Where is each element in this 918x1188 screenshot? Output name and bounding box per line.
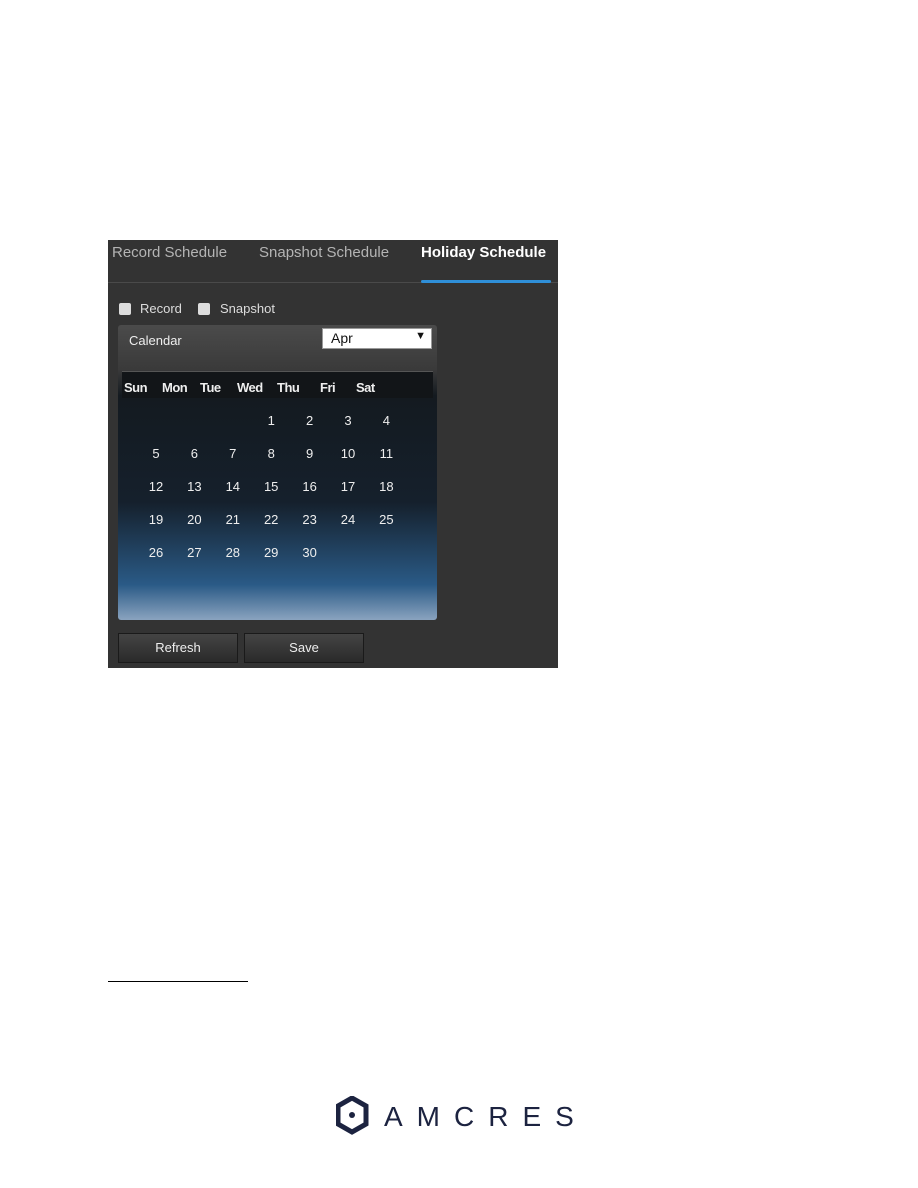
calendar-day[interactable]: 1 (256, 413, 286, 428)
refresh-button[interactable]: Refresh (118, 633, 238, 663)
tab-record-schedule[interactable]: Record Schedule (112, 244, 227, 261)
calendar-day[interactable]: 29 (256, 545, 286, 560)
calendar-day[interactable]: 22 (256, 512, 286, 527)
day-name: Sat (356, 380, 375, 395)
calendar-day[interactable]: 21 (218, 512, 248, 527)
day-name: Sun (124, 380, 148, 395)
calendar-day[interactable]: 28 (218, 545, 248, 560)
calendar-day[interactable]: 25 (371, 512, 401, 527)
month-value: Apr (331, 330, 353, 346)
calendar-day[interactable]: 7 (218, 446, 248, 461)
calendar-day[interactable]: 23 (295, 512, 325, 527)
footnote-divider (108, 981, 248, 982)
calendar-day[interactable]: 11 (371, 446, 401, 461)
calendar-day[interactable]: 20 (179, 512, 209, 527)
record-checkbox-label: Record (140, 301, 182, 316)
holiday-schedule-screenshot: Record Schedule Snapshot Schedule Holida… (108, 240, 558, 668)
tab-holiday-schedule[interactable]: Holiday Schedule (421, 244, 546, 261)
day-name: Mon (162, 380, 188, 395)
svg-text:AMCREST: AMCREST (384, 1101, 581, 1132)
active-tab-indicator (421, 280, 551, 283)
calendar-day[interactable]: 13 (179, 479, 209, 494)
calendar-day[interactable]: 24 (333, 512, 363, 527)
tab-snapshot-schedule[interactable]: Snapshot Schedule (259, 244, 389, 261)
calendar-day[interactable]: 15 (256, 479, 286, 494)
record-checkbox[interactable] (119, 303, 131, 315)
snapshot-checkbox-label: Snapshot (220, 301, 275, 316)
dropdown-arrow-icon: ▼ (415, 330, 426, 342)
calendar-day[interactable]: 4 (371, 413, 401, 428)
calendar-title: Calendar (129, 333, 182, 348)
calendar-day[interactable]: 2 (295, 413, 325, 428)
calendar-day[interactable]: 10 (333, 446, 363, 461)
save-button[interactable]: Save (244, 633, 364, 663)
calendar-day[interactable]: 8 (256, 446, 286, 461)
calendar-day[interactable]: 5 (141, 446, 171, 461)
calendar-day[interactable]: 30 (295, 545, 325, 560)
amcrest-logo: AMCREST (335, 1095, 605, 1141)
snapshot-checkbox[interactable] (198, 303, 210, 315)
day-name: Tue (200, 380, 221, 395)
day-name: Thu (277, 380, 300, 395)
calendar-day[interactable]: 27 (179, 545, 209, 560)
calendar-panel: Calendar Apr ▼ Sun Mon Tue Wed Thu Fri Sat 123… (118, 325, 437, 620)
calendar-day[interactable]: 18 (371, 479, 401, 494)
month-select[interactable]: Apr ▼ (322, 328, 432, 349)
calendar-day[interactable]: 9 (295, 446, 325, 461)
day-name: Wed (237, 380, 263, 395)
calendar-day[interactable]: 16 (295, 479, 325, 494)
calendar-day[interactable]: 6 (179, 446, 209, 461)
calendar-day[interactable]: 17 (333, 479, 363, 494)
day-names-header: Sun Mon Tue Wed Thu Fri Sat (122, 371, 433, 398)
calendar-day[interactable]: 3 (333, 413, 363, 428)
day-name: Fri (320, 380, 336, 395)
calendar-day[interactable]: 26 (141, 545, 171, 560)
calendar-day[interactable]: 12 (141, 479, 171, 494)
calendar-day[interactable]: 19 (141, 512, 171, 527)
document-page: Record Schedule Snapshot Schedule Holida… (0, 0, 918, 1188)
calendar-day[interactable]: 14 (218, 479, 248, 494)
